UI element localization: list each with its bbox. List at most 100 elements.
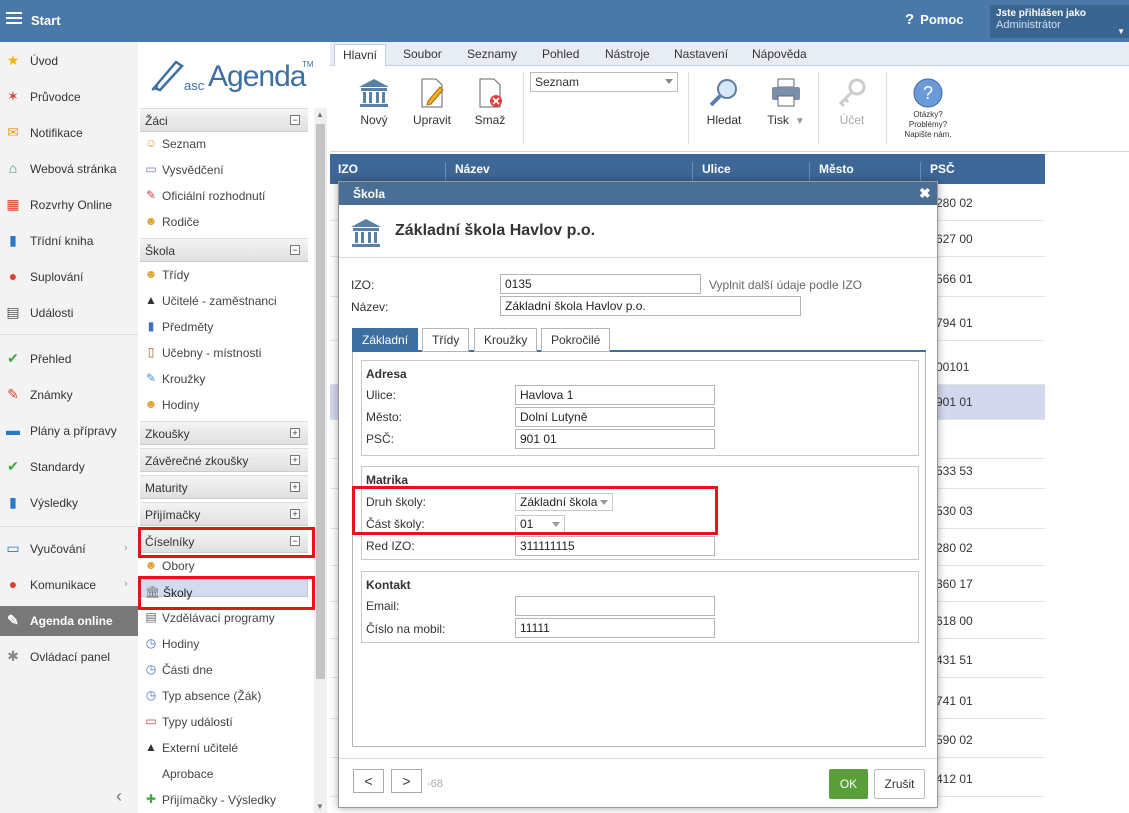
print-button[interactable]: Tisk ▼	[758, 74, 814, 144]
column-header-psc[interactable]: PSČ	[930, 162, 955, 176]
grid-cell-psc[interactable]: 00101	[936, 360, 969, 374]
scroll-down-icon[interactable]: ▼	[316, 802, 324, 811]
nav-item-16[interactable]: ✱ Ovládací panel	[0, 642, 138, 672]
grid-cell-psc[interactable]: 627 00	[936, 232, 973, 246]
catalog-item-casti-dne[interactable]: ◷ Části dne	[140, 657, 308, 683]
nav-item-1[interactable]: ✶ Průvodce	[0, 82, 138, 112]
expand-icon[interactable]: +	[290, 428, 300, 438]
catalog-item-aprobace[interactable]: Aprobace	[140, 761, 308, 787]
mobile-field[interactable]: 11111	[515, 618, 715, 638]
cancel-button[interactable]: Zrušit	[874, 769, 925, 799]
account-button[interactable]: Účet	[824, 74, 880, 144]
catalog-item-ucitele[interactable]: ▲ Učitelé - zaměstnanci	[140, 288, 308, 314]
nav-item-14[interactable]: ● Komunikace ›	[0, 570, 138, 600]
tab-tridy[interactable]: Třídy	[422, 328, 470, 352]
edit-button[interactable]: Upravit	[404, 74, 460, 144]
catalog-item-seznam[interactable]: ☺ Seznam	[140, 131, 308, 157]
nav-item-5[interactable]: ▮ Třídní kniha	[0, 226, 138, 256]
section-skola[interactable]: Škola −	[140, 238, 308, 262]
catalog-item-rodice[interactable]: ☻ Rodiče	[140, 209, 308, 235]
catalog-item-tridy[interactable]: ☻ Třídy	[140, 262, 308, 288]
expand-icon[interactable]: +	[290, 455, 300, 465]
grid-cell-psc[interactable]: 360 17	[936, 577, 973, 591]
next-record-button[interactable]: >	[391, 769, 422, 793]
section-zkousky[interactable]: Zkoušky +	[140, 421, 308, 445]
nav-item-15[interactable]: ✎ Agenda online	[0, 606, 138, 636]
expand-icon[interactable]: +	[290, 509, 300, 519]
nav-item-8[interactable]: ✔ Přehled	[0, 344, 138, 374]
nav-item-3[interactable]: ⌂ Webová stránka	[0, 154, 138, 184]
nav-item-0[interactable]: ★ Úvod	[0, 46, 138, 76]
tab-pohled[interactable]: Pohled	[542, 47, 579, 61]
catalog-item-vysvedceni[interactable]: ▭ Vysvědčení	[140, 157, 308, 183]
hamburger-menu-icon[interactable]	[6, 12, 22, 14]
nav-item-6[interactable]: ● Suplování	[0, 262, 138, 292]
catalog-item-hodiny2[interactable]: ◷ Hodiny	[140, 631, 308, 657]
tab-nastroje[interactable]: Nástroje	[605, 47, 650, 61]
red-izo-input[interactable]: 311111115	[515, 536, 715, 556]
grid-cell-psc[interactable]: 794 01	[936, 316, 973, 330]
email-field[interactable]	[515, 596, 715, 616]
collapse-icon[interactable]: −	[290, 115, 300, 125]
nav-item-9[interactable]: ✎ Známky	[0, 380, 138, 410]
grid-cell-psc[interactable]: 530 03	[936, 504, 973, 518]
tab-hlavni[interactable]: Hlavní	[334, 44, 387, 67]
collapse-sidebar-icon[interactable]: ‹	[116, 786, 122, 807]
column-header-izo[interactable]: IZO	[338, 162, 358, 176]
catalog-item-hodiny[interactable]: ☻ Hodiny	[140, 392, 308, 418]
nav-item-4[interactable]: ▦ Rozvrhy Online	[0, 190, 138, 220]
section-maturity[interactable]: Maturity +	[140, 475, 308, 499]
zip-input[interactable]: 901 01	[515, 429, 715, 449]
nav-item-2[interactable]: ✉ Notifikace	[0, 118, 138, 148]
catalog-item-externi[interactable]: ▲ Externí učitelé	[140, 735, 308, 761]
previous-record-button[interactable]: <	[353, 769, 384, 793]
nav-item-7[interactable]: ▤ Události	[0, 298, 138, 328]
grid-cell-psc[interactable]: 280 02	[936, 541, 973, 555]
tab-nastaveni[interactable]: Nastavení	[674, 47, 728, 61]
user-menu[interactable]: Jste přihlášen jako Administrátor ▼	[990, 5, 1129, 38]
catalog-item-typy-udalosti[interactable]: ▭ Typy událostí	[140, 709, 308, 735]
catalog-item-typ-absence[interactable]: ◷ Typ absence (Žák)	[140, 683, 308, 709]
tab-napoveda[interactable]: Nápověda	[752, 47, 807, 61]
nav-item-11[interactable]: ✔ Standardy	[0, 452, 138, 482]
grid-cell-psc[interactable]: 901 01	[936, 395, 973, 409]
column-header-nazev[interactable]: Název	[455, 162, 490, 176]
section-zaci[interactable]: Žáci −	[140, 108, 308, 132]
catalog-scrollbar[interactable]: ▲ ▼	[314, 108, 327, 813]
start-label[interactable]: Start	[31, 13, 61, 28]
section-prijimacky[interactable]: Přijímačky +	[140, 502, 308, 526]
ok-button[interactable]: OK	[829, 769, 868, 799]
tab-zakladni[interactable]: Základní	[352, 328, 419, 352]
column-header-mesto[interactable]: Město	[819, 162, 854, 176]
section-zaverecne[interactable]: Závěrečné zkoušky +	[140, 448, 308, 472]
grid-cell-psc[interactable]: 431 51	[936, 653, 973, 667]
grid-cell-psc[interactable]: 412 01	[936, 772, 973, 786]
izo-fill-link[interactable]: Vyplnit další údaje podle IZO	[709, 278, 862, 292]
city-input[interactable]: Dolní Lutyně	[515, 407, 715, 427]
search-button[interactable]: Hledat	[696, 74, 752, 144]
nav-item-10[interactable]: ▬ Plány a přípravy	[0, 416, 138, 446]
grid-cell-psc[interactable]: 280 02	[936, 196, 973, 210]
catalog-item-prijimacky-vysledky[interactable]: ✚ Přijímačky - Výsledky	[140, 787, 308, 813]
delete-button[interactable]: Smaž	[462, 74, 518, 144]
tab-seznamy[interactable]: Seznamy	[467, 47, 517, 61]
grid-cell-psc[interactable]: 533 53	[936, 464, 973, 478]
view-select[interactable]: Seznam	[530, 72, 678, 92]
tab-soubor[interactable]: Soubor	[403, 47, 442, 61]
help-button[interactable]: ? Pomoc	[905, 11, 964, 28]
catalog-item-predmety[interactable]: ▮ Předměty	[140, 314, 308, 340]
scroll-up-icon[interactable]: ▲	[316, 110, 324, 119]
tab-pokrocile[interactable]: Pokročilé	[541, 328, 611, 352]
grid-cell-psc[interactable]: 741 01	[936, 694, 973, 708]
izo-input[interactable]: 0135	[500, 274, 701, 294]
catalog-item-oficialni[interactable]: ✎ Oficiální rozhodnutí	[140, 183, 308, 209]
expand-icon[interactable]: +	[290, 482, 300, 492]
grid-cell-psc[interactable]: 618 00	[936, 614, 973, 628]
catalog-item-ucebny[interactable]: ▯ Učebny - místnosti	[140, 340, 308, 366]
grid-cell-psc[interactable]: 590 02	[936, 733, 973, 747]
collapse-icon[interactable]: −	[290, 245, 300, 255]
dropdown-arrow-icon[interactable]: ▼	[795, 116, 805, 127]
nav-item-12[interactable]: ▮ Výsledky	[0, 488, 138, 518]
catalog-item-krouzky[interactable]: ✎ Kroužky	[140, 366, 308, 392]
tab-krouzky[interactable]: Kroužky	[474, 328, 538, 352]
